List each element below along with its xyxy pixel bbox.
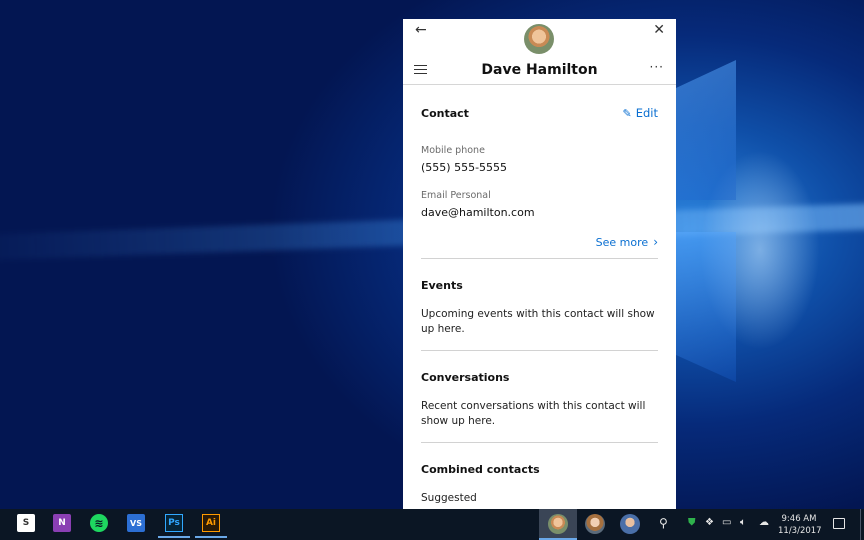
- onedrive-cloud-icon[interactable]: ☁: [759, 518, 769, 528]
- events-section-title: Events: [421, 279, 463, 292]
- contact-name-title: Dave Hamilton: [481, 62, 598, 78]
- chevron-right-icon: ›: [653, 235, 658, 249]
- combined-contacts-title: Combined contacts: [421, 463, 540, 476]
- conversations-section: Conversations Recent conversations with …: [421, 351, 658, 443]
- clock-time: 9:46 AM: [781, 514, 817, 524]
- conversations-body: Recent conversations with this contact w…: [421, 400, 646, 427]
- email-value[interactable]: dave@hamilton.com: [421, 206, 658, 219]
- notifications-icon[interactable]: [833, 518, 845, 529]
- illustrator-icon[interactable]: Ai: [195, 514, 227, 538]
- field-label: Mobile phone: [421, 145, 485, 156]
- panel-content: Contact ✎ Edit Mobile phone (555) 555-55…: [403, 85, 676, 504]
- clock-date: 11/3/2017: [778, 526, 822, 536]
- pencil-icon: ✎: [622, 106, 632, 120]
- pinned-contact-avatar[interactable]: [585, 514, 605, 534]
- pinned-contact-avatar[interactable]: [548, 514, 568, 534]
- see-more-label: See more: [595, 235, 649, 249]
- phone-value[interactable]: (555) 555-5555: [421, 161, 658, 174]
- taskbar: S N ≋ VS Ps Ai ⚲ ⛊ ❖ ▭ 🔈︎ ☁ 9:46 AM 11/3…: [0, 509, 864, 540]
- suggested-label: Suggested: [421, 492, 477, 504]
- store-icon[interactable]: S: [17, 514, 35, 532]
- panel-header: ← ✕ Dave Hamilton ···: [403, 19, 676, 85]
- volume-icon[interactable]: 🔈︎: [740, 518, 746, 528]
- shield-icon[interactable]: ⛊: [688, 518, 696, 528]
- more-icon[interactable]: ···: [650, 61, 664, 73]
- display-icon[interactable]: ▭: [722, 518, 731, 528]
- see-more-link[interactable]: See more ›: [421, 235, 658, 249]
- events-body: Upcoming events with this contact will s…: [421, 308, 655, 335]
- events-section: Events Upcoming events with this contact…: [421, 259, 658, 351]
- dropbox-icon[interactable]: ❖: [705, 518, 714, 528]
- edit-label: Edit: [635, 106, 658, 120]
- combined-contacts-section: Combined contacts Suggested: [421, 443, 658, 504]
- edit-button[interactable]: ✎ Edit: [623, 106, 659, 120]
- contact-card-panel: ← ✕ Dave Hamilton ··· Contact ✎ Edit Mob…: [403, 19, 676, 509]
- onenote-icon[interactable]: N: [53, 514, 71, 532]
- email-field: Email Personal dave@hamilton.com: [421, 190, 658, 219]
- close-icon[interactable]: ✕: [653, 23, 665, 37]
- conversations-section-title: Conversations: [421, 371, 510, 384]
- contact-section-header: Contact ✎ Edit: [421, 85, 658, 145]
- field-label: Email Personal: [421, 190, 491, 201]
- wallpaper-window-pane: [676, 60, 736, 200]
- visual-studio-icon[interactable]: VS: [127, 514, 145, 532]
- mobile-phone-field: Mobile phone (555) 555-5555: [421, 145, 658, 174]
- back-arrow-icon[interactable]: ←: [415, 23, 427, 37]
- wallpaper-window-pane: [676, 232, 736, 382]
- pinned-contact-avatar[interactable]: [620, 514, 640, 534]
- photoshop-icon[interactable]: Ps: [158, 514, 190, 538]
- avatar: [524, 24, 554, 54]
- contact-section-title: Contact: [421, 107, 469, 120]
- system-clock[interactable]: 9:46 AM 11/3/2017: [778, 513, 822, 537]
- spotify-icon[interactable]: ≋: [90, 514, 108, 532]
- show-desktop-button[interactable]: [860, 509, 864, 540]
- people-icon[interactable]: ⚲: [659, 516, 668, 530]
